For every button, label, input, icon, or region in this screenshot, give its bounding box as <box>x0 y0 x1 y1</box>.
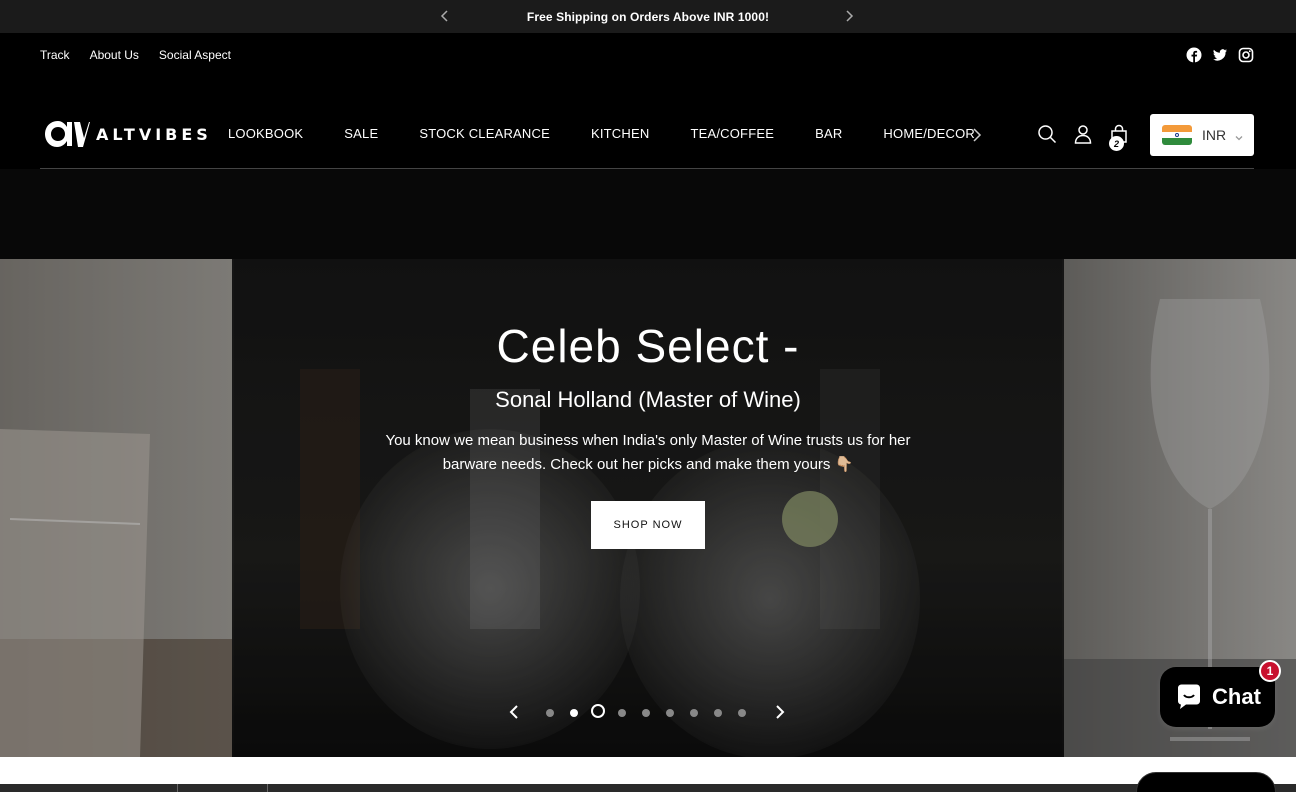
announcement-bar: Free Shipping on Orders Above INR 1000! <box>0 0 1296 33</box>
twitter-icon[interactable] <box>1212 47 1228 63</box>
logo-wordmark: ALTVIBES <box>96 124 212 144</box>
cart-count-badge: 2 <box>1109 136 1124 151</box>
slide-next-icon[interactable] <box>772 704 788 720</box>
slide-dot[interactable] <box>570 708 578 717</box>
nav-home-decor[interactable]: HOME/DECOR <box>883 126 975 141</box>
utility-links: Track About Us Social Aspect <box>40 48 231 62</box>
announcement-prev-arrow-icon[interactable] <box>437 8 453 24</box>
search-icon[interactable] <box>1037 124 1057 144</box>
divider <box>177 784 178 792</box>
cart-icon[interactable]: 2 <box>1109 124 1129 151</box>
nav-lookbook[interactable]: LOOKBOOK <box>228 126 303 141</box>
hero-description: You know we mean business when India's o… <box>385 432 911 473</box>
header-actions: 2 <box>1037 124 1129 151</box>
social-links <box>1186 47 1254 63</box>
hero-slideshow: Celeb Select - Sonal Holland (Master of … <box>0 169 1296 757</box>
social-aspect-link[interactable]: Social Aspect <box>159 48 231 62</box>
account-icon[interactable] <box>1073 124 1093 144</box>
slide-dot-active[interactable] <box>591 704 605 718</box>
logo[interactable]: ALTVIBES <box>44 118 212 150</box>
chat-button[interactable]: Chat <box>1160 667 1275 727</box>
nav-kitchen[interactable]: KITCHEN <box>591 126 649 141</box>
slide-dot[interactable] <box>618 708 626 717</box>
currency-selector[interactable]: INR <box>1150 114 1254 156</box>
main-nav: LOOKBOOK SALE STOCK CLEARANCE KITCHEN TE… <box>228 126 1016 143</box>
altvibes-logo-mark-icon <box>45 121 90 147</box>
chat-bubble-icon <box>1178 684 1201 709</box>
hero-title: Celeb Select - <box>496 320 800 372</box>
chat-notification-badge: 1 <box>1259 660 1281 682</box>
section-bar <box>0 784 1296 792</box>
slide-dot[interactable] <box>642 708 650 717</box>
currency-code: INR <box>1202 127 1227 143</box>
track-link[interactable]: Track <box>40 48 70 62</box>
slide-prev-icon[interactable] <box>506 704 522 720</box>
slide-dot[interactable] <box>714 708 722 717</box>
shop-now-button[interactable]: SHOP NOW <box>591 501 705 549</box>
about-us-link[interactable]: About Us <box>90 48 139 62</box>
chat-label: Chat <box>1212 684 1261 709</box>
announcement-text: Free Shipping on Orders Above INR 1000! <box>526 9 770 24</box>
nav-bar[interactable]: BAR <box>815 126 842 141</box>
nav-sale[interactable]: SALE <box>344 126 378 141</box>
chevron-down-icon <box>1234 130 1244 141</box>
next-section-edge <box>0 757 1296 792</box>
slide-dot[interactable] <box>546 708 554 717</box>
nav-scroll-right-icon[interactable] <box>970 127 984 143</box>
hero-content: Celeb Select - Sonal Holland (Master of … <box>0 319 1296 549</box>
slide-dot[interactable] <box>690 708 698 717</box>
nav-tea-coffee[interactable]: TEA/COFFEE <box>690 126 774 141</box>
utility-bar: Track About Us Social Aspect <box>0 33 1296 77</box>
divider <box>267 784 268 792</box>
nav-stock-clearance[interactable]: STOCK CLEARANCE <box>419 126 550 141</box>
hero-subtitle: Sonal Holland (Master of Wine) <box>495 387 801 412</box>
facebook-icon[interactable] <box>1186 47 1202 63</box>
slide-dots <box>546 704 762 718</box>
announcement-next-arrow-icon[interactable] <box>841 8 857 24</box>
slideshow-controls <box>506 701 788 723</box>
slide-dot[interactable] <box>666 708 674 717</box>
site-header: ALTVIBES LOOKBOOK SALE STOCK CLEARANCE K… <box>40 100 1254 169</box>
slide-dot[interactable] <box>738 708 746 717</box>
chat-panel-edge <box>1136 772 1276 792</box>
india-flag-icon <box>1162 125 1192 145</box>
instagram-icon[interactable] <box>1238 47 1254 63</box>
